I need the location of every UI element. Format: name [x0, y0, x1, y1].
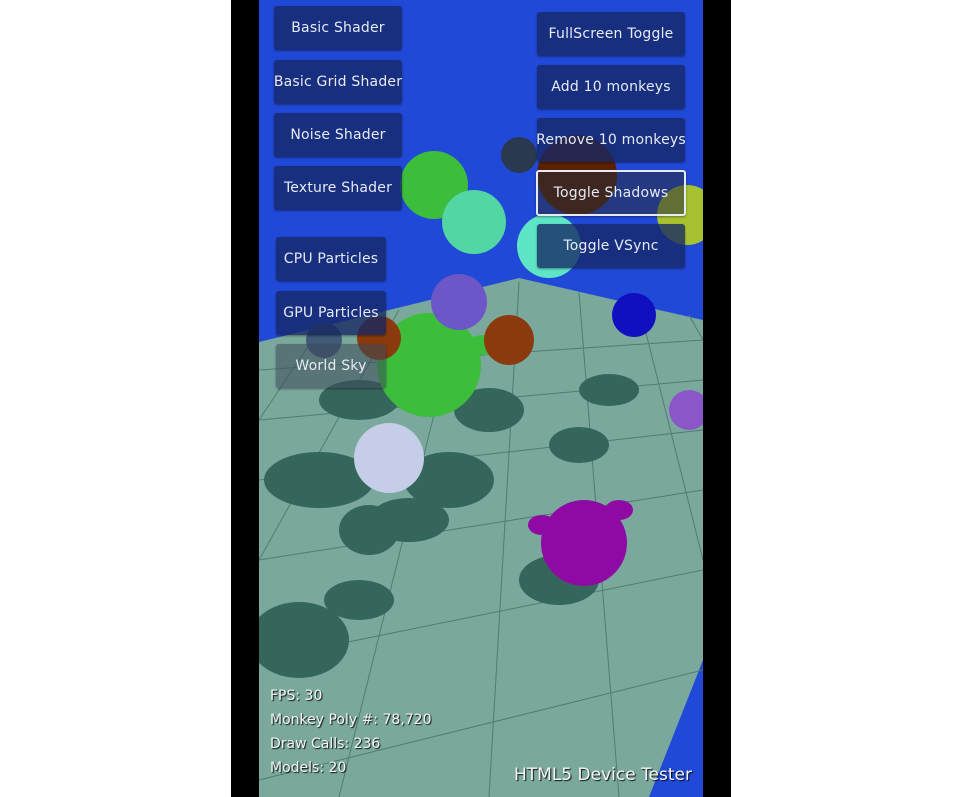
draw-calls-readout: Draw Calls: 236 [270, 736, 381, 752]
fps-readout: FPS: 30 [270, 688, 323, 704]
remove-monkeys-button[interactable]: Remove 10 monkeys [536, 118, 686, 162]
monkey-poly-readout: Monkey Poly #: 78,720 [270, 712, 432, 728]
add-monkeys-button[interactable]: Add 10 monkeys [537, 65, 685, 109]
basic-grid-shader-button[interactable]: Basic Grid Shader [274, 60, 402, 104]
basic-shader-button[interactable]: Basic Shader [274, 6, 402, 50]
texture-shader-button[interactable]: Texture Shader [274, 166, 402, 210]
app-title: HTML5 Device Tester [514, 765, 692, 785]
cpu-particles-button[interactable]: CPU Particles [276, 237, 386, 281]
fullscreen-toggle-button[interactable]: FullScreen Toggle [537, 12, 685, 56]
toggle-shadows-button[interactable]: Toggle Shadows [536, 170, 686, 216]
gpu-particles-button[interactable]: GPU Particles [276, 291, 386, 335]
models-readout: Models: 20 [270, 760, 347, 776]
noise-shader-button[interactable]: Noise Shader [274, 113, 402, 157]
world-sky-button[interactable]: World Sky [276, 344, 386, 388]
toggle-vsync-button[interactable]: Toggle VSync [537, 224, 685, 268]
